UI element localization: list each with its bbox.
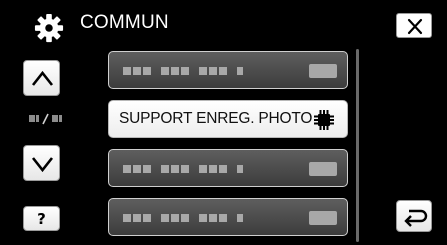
disabled-label-placeholder — [123, 165, 243, 173]
scroll-down-button[interactable] — [23, 145, 60, 181]
disabled-icon-placeholder — [309, 64, 337, 78]
help-label: ? — [37, 209, 46, 228]
memory-chip-icon — [314, 110, 334, 130]
disabled-icon-placeholder — [309, 211, 337, 225]
disabled-icon-placeholder — [309, 162, 337, 176]
chevron-up-icon — [31, 70, 54, 86]
disabled-label-placeholder — [123, 214, 243, 222]
menu-item-3 — [108, 149, 348, 187]
gear-icon — [34, 13, 64, 43]
close-button[interactable] — [396, 13, 432, 38]
menu-item-label: SUPPORT ENREG. PHOTO — [119, 110, 313, 127]
page-indicator — [29, 112, 63, 126]
scroll-up-button[interactable] — [23, 60, 60, 96]
close-icon — [407, 18, 423, 35]
menu-item-support-enreg-photo[interactable]: SUPPORT ENREG. PHOTO — [108, 100, 348, 138]
disabled-label-placeholder — [123, 67, 243, 75]
menu-item-4 — [108, 198, 348, 236]
menu-item-1 — [108, 51, 348, 89]
help-button[interactable]: ? — [23, 206, 60, 231]
back-button[interactable] — [396, 200, 432, 232]
page-title: COMMUN — [80, 12, 169, 33]
scrollbar-track[interactable] — [356, 49, 359, 242]
back-icon — [404, 209, 428, 227]
chevron-down-icon — [31, 157, 54, 173]
header-bar: COMMUN — [0, 0, 447, 46]
